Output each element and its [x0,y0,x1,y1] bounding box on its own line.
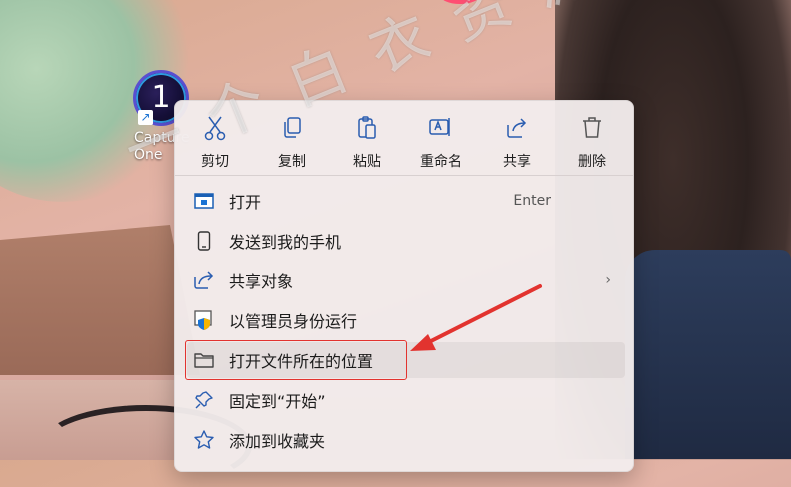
menu-item-label: 以管理员身份运行 [229,312,358,331]
menu-item-add-to-favorites[interactable]: 添加到收藏夹 [187,422,625,458]
copy-button[interactable]: 复制 [254,111,330,171]
phone-icon [193,230,215,252]
folder-icon [193,349,215,371]
chevron-right-icon: › [605,272,611,288]
cut-label: 剪切 [201,154,229,170]
window-icon [193,190,215,212]
menu-item-share-with[interactable]: 共享对象 › [187,262,625,298]
admin-shield-icon [193,309,215,331]
shortcut-arrow-icon: ↗ [138,110,153,125]
delete-label: 删除 [578,154,606,170]
paste-button[interactable]: 粘贴 [329,111,405,171]
share-label: 共享 [503,154,531,170]
menu-item-label: 共享对象 [229,272,294,291]
menu-item-label: 固定到“开始” [229,392,326,411]
menu-item-label: 添加到收藏夹 [229,432,326,451]
menu-item-pin-to-start[interactable]: 固定到“开始” [187,382,625,418]
menu-item-open[interactable]: 打开 Enter [187,183,625,219]
wallpaper-backpack [625,250,791,459]
copy-icon [254,115,330,145]
share-icon [479,115,555,145]
menu-item-shortcut: Enter [513,193,551,209]
share-button[interactable]: 共享 [479,111,555,171]
context-menu: 剪切 复制 粘贴 重命名 共享 删除 打开 Enter 发送到我的手机 共享对象… [174,100,634,472]
pin-icon [193,389,215,411]
paste-label: 粘贴 [353,154,381,170]
wallpaper-mesa [0,225,200,375]
rename-label: 重命名 [420,154,462,170]
menu-item-label: 发送到我的手机 [229,233,342,252]
menu-divider [175,175,633,176]
delete-button[interactable]: 删除 [554,111,630,171]
cut-button[interactable]: 剪切 [177,111,253,171]
menu-item-run-as-admin[interactable]: 以管理员身份运行 [187,302,625,338]
rename-button[interactable]: 重命名 [403,111,479,171]
menu-item-label: 打开 [229,193,262,212]
menu-item-label: 打开文件所在的位置 [229,352,374,371]
rename-icon [403,115,479,145]
menu-item-send-to-phone[interactable]: 发送到我的手机 [187,223,625,259]
wallpaper-moon [440,0,480,4]
share-icon [193,269,215,291]
menu-item-open-file-location[interactable]: 打开文件所在的位置 [187,342,625,378]
star-icon [193,429,215,451]
paste-icon [329,115,405,145]
trash-icon [554,115,630,145]
app-logo-glyph: 1 [151,80,171,115]
quick-action-bar: 剪切 复制 粘贴 重命名 共享 删除 [175,111,633,175]
scissors-icon [177,115,253,145]
copy-label: 复制 [278,154,306,170]
